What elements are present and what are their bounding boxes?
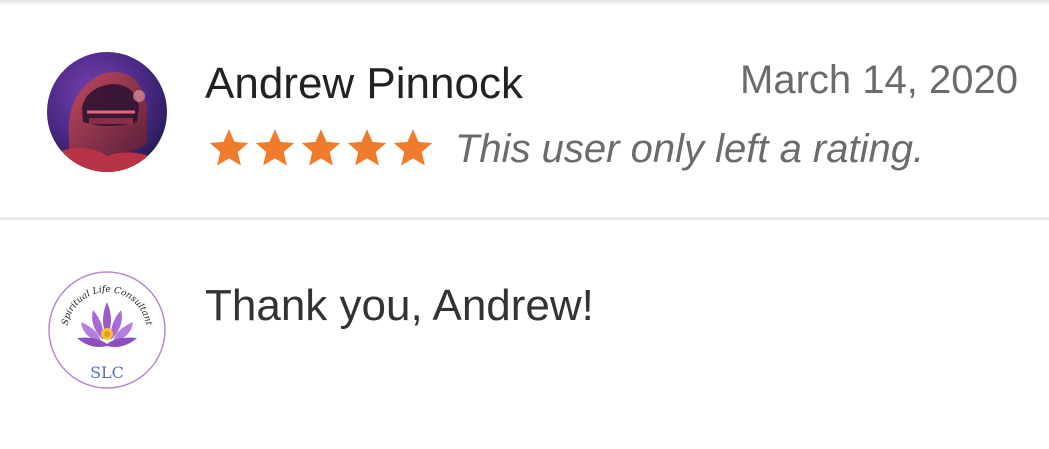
star-icon xyxy=(255,129,295,166)
reply-text: Thank you, Andrew! xyxy=(205,281,594,330)
logo-letters: SLC xyxy=(90,363,124,382)
reviewer-name: Andrew Pinnock xyxy=(205,59,523,108)
review-date: March 14, 2020 xyxy=(740,58,1018,102)
business-logo-icon[interactable]: Spiritual Life Consultant SLC xyxy=(47,270,167,390)
star-icon xyxy=(301,129,341,166)
divider xyxy=(0,217,1049,220)
review-screen: Andrew Pinnock March 14, 2020 This user … xyxy=(0,0,1049,449)
review-text: This user only left a rating. xyxy=(455,127,925,171)
star-icon xyxy=(347,129,387,166)
star-icon xyxy=(393,129,433,166)
star-icon xyxy=(209,129,249,166)
star-rating xyxy=(206,124,436,172)
top-shadow xyxy=(0,0,1049,6)
user-avatar-icon[interactable] xyxy=(47,52,167,172)
